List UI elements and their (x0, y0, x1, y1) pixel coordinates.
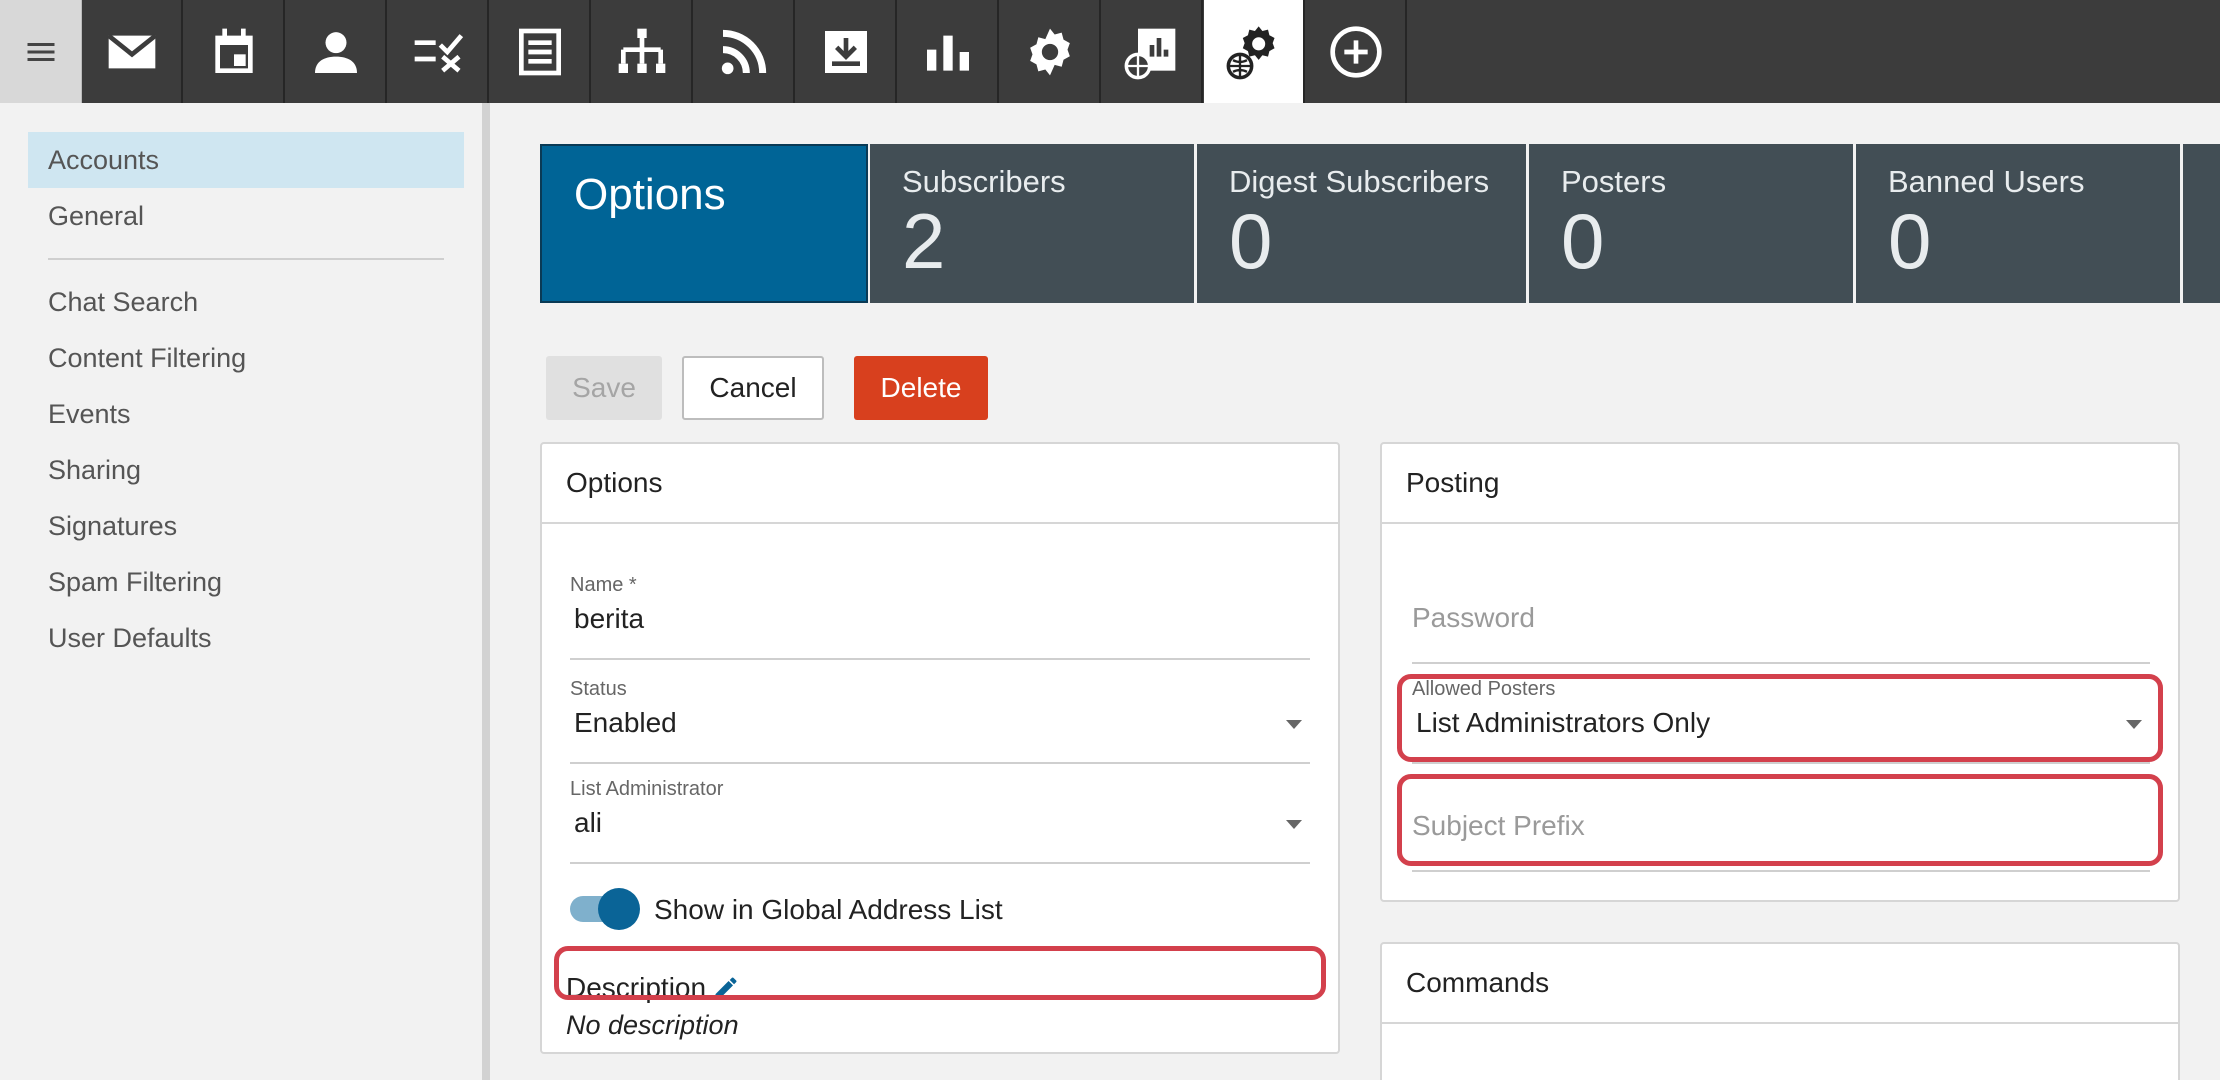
subject-prefix-placeholder: Subject Prefix (1412, 810, 1585, 841)
toggle-knob (598, 888, 640, 930)
name-underline (570, 658, 1310, 660)
allowed-posters-value: List Administrators Only (1416, 707, 1711, 738)
allowed-posters-select[interactable]: Allowed Posters List Administrators Only (1412, 678, 2150, 764)
org-chart-icon (618, 28, 665, 73)
sidebar-item-content-filtering[interactable]: Content Filtering (28, 330, 464, 386)
options-panel: Options Name * berita Status Enabled Lis… (540, 442, 1340, 1054)
global-address-list-toggle[interactable]: Show in Global Address List (570, 884, 1310, 934)
tab-options-label: Options (574, 170, 726, 219)
settings-button[interactable] (1000, 0, 1101, 103)
commands-panel: Commands (1380, 942, 2180, 1080)
chevron-down-icon (1286, 720, 1302, 729)
tab-subscribers-count: 2 (902, 197, 946, 285)
sidebar-item-user-defaults[interactable]: User Defaults (28, 610, 464, 666)
sidebar-item-events[interactable]: Events (28, 386, 464, 442)
calendar-button[interactable] (184, 0, 285, 103)
description-value: No description (566, 1010, 1306, 1041)
name-label: Name * (570, 574, 637, 596)
chevron-down-icon (1286, 820, 1302, 829)
domain-reports-icon (1124, 28, 1175, 79)
allowed-posters-underline (1412, 762, 2150, 764)
menu-button[interactable] (0, 0, 82, 103)
status-label: Status (570, 678, 627, 700)
name-field[interactable]: Name * berita (570, 574, 1310, 660)
sidebar: Accounts General Chat Search Content Fil… (0, 103, 490, 1080)
save-button[interactable]: Save (546, 356, 662, 420)
inbox-download-icon (824, 30, 867, 73)
edit-pencil-icon[interactable] (712, 974, 740, 1002)
subject-prefix-underline (1412, 870, 2150, 872)
tab-posters[interactable]: Posters 0 (1529, 144, 1853, 303)
description-text: No description (566, 1010, 739, 1040)
tab-subscribers-label: Subscribers (902, 164, 1066, 199)
password-placeholder: Password (1412, 602, 1535, 633)
top-toolbar (0, 0, 2220, 103)
rss-button[interactable] (694, 0, 795, 103)
list-administrator-select[interactable]: List Administrator ali (570, 778, 1310, 864)
rss-icon (721, 29, 766, 74)
tab-digest-subscribers-label: Digest Subscribers (1229, 164, 1490, 199)
reports-button[interactable] (898, 0, 999, 103)
status-select[interactable]: Status Enabled (570, 678, 1310, 764)
tab-subscribers[interactable]: Subscribers 2 (870, 144, 1194, 303)
sidebar-item-chat-search[interactable]: Chat Search (28, 274, 464, 330)
list-administrator-label: List Administrator (570, 778, 724, 800)
options-panel-title: Options (542, 444, 1338, 524)
tab-posters-count: 0 (1561, 197, 1605, 285)
global-address-list-label: Show in Global Address List (654, 894, 1003, 925)
inbox-download-button[interactable] (796, 0, 897, 103)
password-field[interactable]: Password (1412, 602, 2150, 664)
status-underline (570, 762, 1310, 764)
tasks-icon (414, 33, 463, 72)
tab-banned-users[interactable]: Banned Users 0 (1856, 144, 2180, 303)
sidebar-item-accounts[interactable]: Accounts (28, 132, 464, 188)
description-label: Description (566, 972, 707, 1003)
tab-options[interactable]: Options (540, 144, 868, 303)
sidebar-item-general[interactable]: General (28, 188, 464, 244)
tasks-button[interactable] (388, 0, 489, 103)
menu-icon (27, 42, 54, 61)
allowed-posters-label: Allowed Posters (1412, 678, 1556, 700)
sidebar-divider (48, 258, 444, 260)
system-settings-icon (1226, 25, 1275, 79)
contacts-button[interactable] (286, 0, 387, 103)
posting-panel-title: Posting (1382, 444, 2178, 524)
tab-digest-subscribers[interactable]: Digest Subscribers 0 (1197, 144, 1526, 303)
org-chart-button[interactable] (592, 0, 693, 103)
add-circle-icon (1329, 25, 1382, 78)
notes-button[interactable] (490, 0, 591, 103)
system-settings-button[interactable] (1204, 0, 1305, 103)
add-button[interactable] (1306, 0, 1407, 103)
list-administrator-value: ali (574, 807, 603, 838)
sidebar-item-signatures[interactable]: Signatures (28, 498, 464, 554)
reports-icon (926, 35, 969, 71)
status-value: Enabled (574, 707, 677, 738)
cancel-button[interactable]: Cancel (682, 356, 824, 420)
notes-icon (518, 28, 561, 75)
sidebar-item-spam-filtering[interactable]: Spam Filtering (28, 554, 464, 610)
tab-banned-users-label: Banned Users (1888, 164, 2085, 199)
settings-icon (1029, 28, 1070, 75)
chevron-down-icon (2126, 720, 2142, 729)
subject-prefix-field[interactable]: Subject Prefix (1412, 810, 2150, 872)
delete-button[interactable]: Delete (854, 356, 988, 420)
list-administrator-underline (570, 862, 1310, 864)
posting-panel: Posting Password Allowed Posters List Ad… (1380, 442, 2180, 902)
contact-icon (314, 31, 357, 73)
tab-overflow[interactable] (2183, 144, 2220, 303)
tab-digest-subscribers-count: 0 (1229, 197, 1273, 285)
tab-posters-label: Posters (1561, 164, 1667, 199)
name-value: berita (574, 603, 645, 634)
tab-banned-users-count: 0 (1888, 197, 1932, 285)
calendar-icon (214, 28, 253, 73)
mail-icon (106, 33, 157, 68)
password-underline (1412, 662, 2150, 664)
sidebar-item-sharing[interactable]: Sharing (28, 442, 464, 498)
domain-reports-button[interactable] (1102, 0, 1203, 103)
commands-panel-title: Commands (1382, 944, 2178, 1024)
mail-button[interactable] (82, 0, 183, 103)
description-header: Description (566, 968, 1306, 1008)
